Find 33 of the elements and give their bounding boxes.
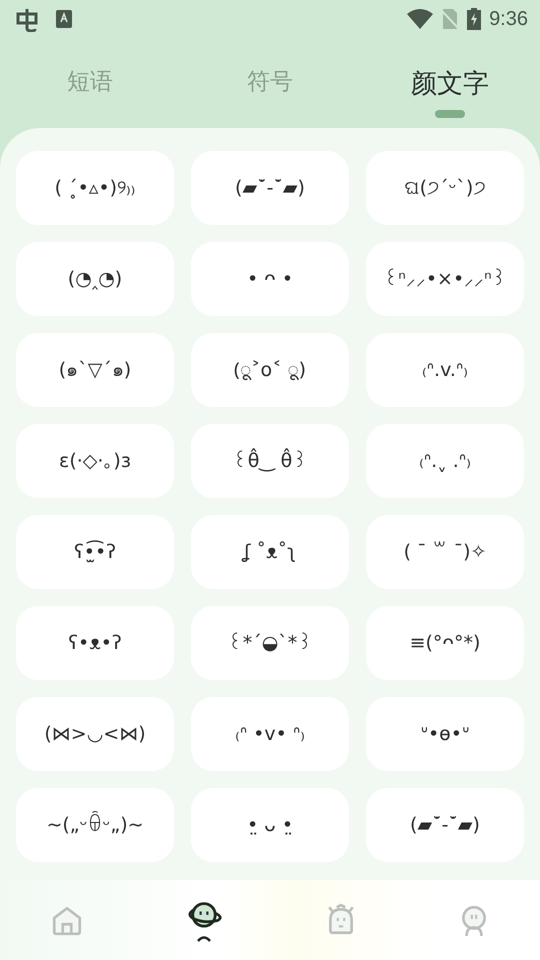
app-logo-icon bbox=[14, 6, 40, 32]
kaomoji-button[interactable]: (๑ˋ▽ˊ๑) bbox=[16, 333, 174, 407]
kaomoji-button[interactable]: ଘ(੭ˊᵕˋ)੭ bbox=[366, 151, 524, 225]
keyboard-icon bbox=[56, 10, 72, 28]
kaomoji-button[interactable]: ( ¯ ꒳ ¯)✧ bbox=[366, 515, 524, 589]
kaomoji-button[interactable]: •̤ ᴗ •̤ bbox=[191, 788, 349, 862]
tab[interactable]: 颜文字 bbox=[411, 68, 489, 102]
kaomoji-button[interactable]: ʆ ˚ᴥ˚ʅ bbox=[191, 515, 349, 589]
kaomoji-button[interactable]: ₍ᐢ •v• ᐢ₎ bbox=[191, 697, 349, 771]
kaomoji-button[interactable]: ≡(°ᴖ°*) bbox=[366, 606, 524, 680]
kaomoji-button[interactable]: ꒰θ̂‿ θ̂꒱ bbox=[191, 424, 349, 498]
kaomoji-button[interactable]: (▰˘̇-˘̇▰) bbox=[366, 788, 524, 862]
kaomoji-button[interactable]: (⋈>◡<⋈) bbox=[16, 697, 174, 771]
kaomoji-button[interactable]: • ᴖ • bbox=[191, 242, 349, 316]
kaomoji-button[interactable]: (◔‸◔) bbox=[16, 242, 174, 316]
kaomoji-button[interactable]: ꒰ⁿ⸝⸝•×•⸝⸝ⁿ꒱ bbox=[366, 242, 524, 316]
kaomoji-button[interactable]: (ू˃o˂ ू) bbox=[191, 333, 349, 407]
kaomoji-button[interactable]: ɛ(·◇·｡)ɜ bbox=[16, 424, 174, 498]
no-sim-icon bbox=[441, 9, 460, 29]
status-time: 9:36 bbox=[489, 7, 528, 32]
kaomoji-button[interactable]: ʕ•ᴥ•ʔ bbox=[16, 606, 174, 680]
battery-icon bbox=[467, 8, 482, 30]
kaomoji-button[interactable]: ʕ•̫͡•ʔ bbox=[16, 515, 174, 589]
kaomoji-button[interactable]: ( ´̥•▵•)୨₎₎ bbox=[16, 151, 174, 225]
wifi-icon bbox=[407, 9, 434, 29]
kaomoji-button[interactable]: ᐡ•ө•ᐡ bbox=[366, 697, 524, 771]
kaomoji-button[interactable]: ₍ᐢ.v.ᐢ₎ bbox=[366, 333, 524, 407]
kaomoji-button[interactable]: (▰˘̇-˘̇▰) bbox=[191, 151, 349, 225]
kaomoji-button[interactable]: ꒰*ˊ◒ˋ*꒱ bbox=[191, 606, 349, 680]
tab-indicator bbox=[435, 110, 465, 118]
kaomoji-button[interactable]: ₍ᐢ.ˬ .ᐢ₎ bbox=[366, 424, 524, 498]
kaomoji-button[interactable]: ~(„ᵕꌶᵕ„)~ bbox=[16, 788, 174, 862]
caret-icon bbox=[196, 934, 210, 942]
